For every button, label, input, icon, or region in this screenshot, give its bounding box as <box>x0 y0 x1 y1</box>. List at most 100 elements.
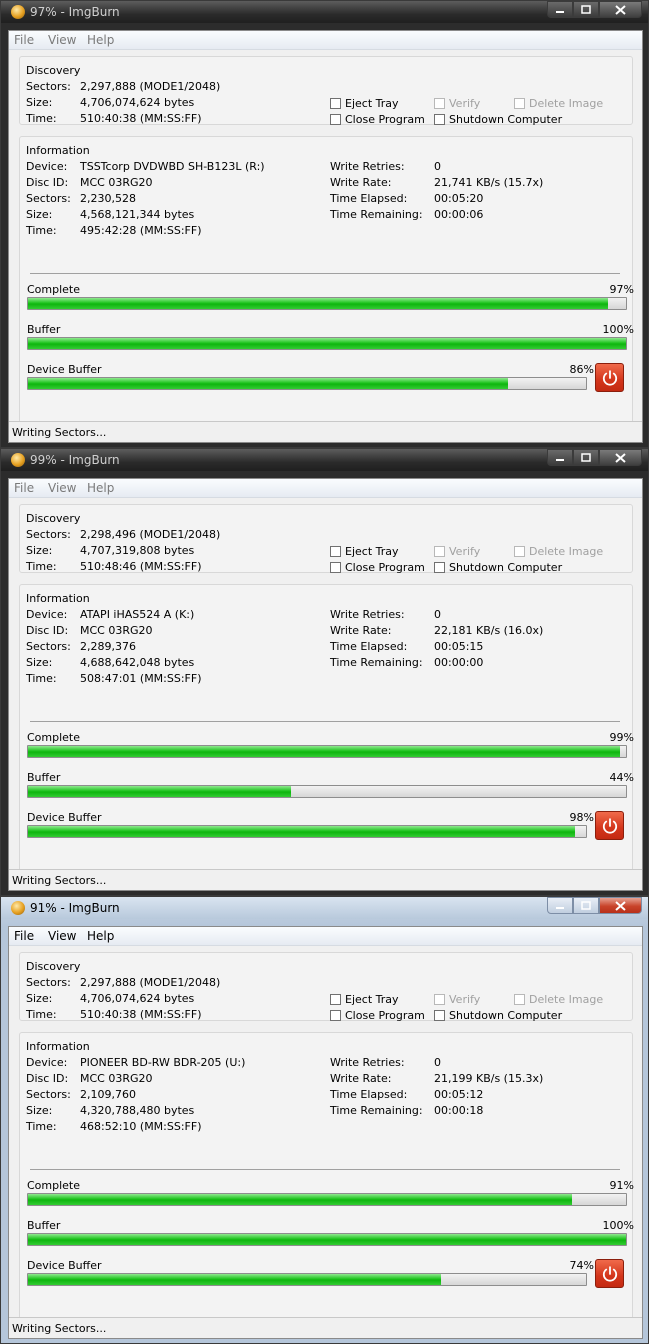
minimize-button[interactable] <box>547 897 573 914</box>
device-buffer-progress-fill <box>28 1274 441 1285</box>
device-buffer-progress-fill <box>28 378 508 389</box>
information-group: Information Device: ATAPI iHAS524 A (K:)… <box>19 584 634 874</box>
device-value: PIONEER BD-RW BDR-205 (U:) <box>80 1056 246 1069</box>
title-bar[interactable]: 91% - ImgBurn <box>1 897 648 919</box>
eject-tray-checkbox[interactable]: Eject Tray <box>330 993 399 1006</box>
checkbox-box <box>434 562 445 573</box>
close-button[interactable] <box>599 1 642 18</box>
window-title: 97% - ImgBurn <box>30 5 120 19</box>
window-frame: 91% - ImgBurn File View Help Discovery S… <box>1 897 648 1343</box>
device-label: Device: <box>26 160 68 173</box>
device-label: Device: <box>26 608 68 621</box>
close-program-checkbox[interactable]: Close Program <box>330 561 425 574</box>
device-buffer-percent: 98% <box>569 811 594 824</box>
menu-help[interactable]: Help <box>87 33 114 47</box>
write-retries-value: 0 <box>434 608 441 621</box>
menu-bar: File View Help <box>9 927 642 946</box>
minimize-button[interactable] <box>547 449 573 466</box>
device-buffer-label: Device Buffer <box>27 1259 102 1272</box>
verify-checkbox[interactable]: Verify <box>434 993 480 1006</box>
shutdown-computer-label: Shutdown Computer <box>449 113 563 126</box>
maximize-button[interactable] <box>573 897 599 914</box>
imgburn-window-3: 91% - ImgBurn File View Help Discovery S… <box>0 896 649 1344</box>
device-buffer-label: Device Buffer <box>27 363 102 376</box>
stop-button[interactable] <box>595 363 624 392</box>
menu-file[interactable]: File <box>14 481 34 495</box>
complete-progress-bar <box>27 297 627 310</box>
stop-button[interactable] <box>595 1259 624 1288</box>
title-bar[interactable]: 97% - ImgBurn <box>1 1 648 23</box>
eject-tray-checkbox[interactable]: Eject Tray <box>330 97 399 110</box>
information-group: Information Device: PIONEER BD-RW BDR-20… <box>19 1032 634 1322</box>
window-frame: 99% - ImgBurn File View Help Discovery S… <box>1 449 648 895</box>
write-retries-value: 0 <box>434 160 441 173</box>
close-button[interactable] <box>599 449 642 466</box>
menu-file[interactable]: File <box>14 33 34 47</box>
minimize-button[interactable] <box>547 1 573 18</box>
complete-progress-fill <box>28 1194 573 1205</box>
shutdown-computer-checkbox[interactable]: Shutdown Computer <box>434 1009 562 1022</box>
close-program-checkbox[interactable]: Close Program <box>330 1009 425 1022</box>
delete-image-checkbox[interactable]: Delete Image <box>514 993 603 1006</box>
info-time-value: 508:47:01 (MM:SS:FF) <box>80 672 202 685</box>
discovery-size-label: Size: <box>26 96 53 109</box>
buffer-percent: 44% <box>609 771 634 784</box>
window-title: 91% - ImgBurn <box>30 901 120 915</box>
client-area: File View Help Discovery Sectors: 2,297,… <box>8 926 643 1339</box>
info-sectors-value: 2,289,376 <box>80 640 136 653</box>
info-size-value: 4,320,788,480 bytes <box>80 1104 195 1117</box>
imgburn-disc-icon <box>11 453 25 467</box>
menu-help[interactable]: Help <box>87 481 114 495</box>
device-buffer-progress-bar <box>27 377 587 390</box>
menu-view[interactable]: View <box>48 33 76 47</box>
power-stop-icon <box>602 1265 617 1282</box>
delete-image-label: Delete Image <box>529 97 604 110</box>
close-icon <box>615 4 626 15</box>
close-button[interactable] <box>599 897 642 914</box>
status-bar: Writing Sectors... <box>9 421 642 442</box>
shutdown-computer-checkbox[interactable]: Shutdown Computer <box>434 561 562 574</box>
menu-file[interactable]: File <box>14 929 34 943</box>
disc-id-label: Disc ID: <box>26 624 69 637</box>
stop-button[interactable] <box>595 811 624 840</box>
delete-image-checkbox[interactable]: Delete Image <box>514 97 603 110</box>
menu-view[interactable]: View <box>48 481 76 495</box>
delete-image-label: Delete Image <box>529 545 604 558</box>
delete-image-checkbox[interactable]: Delete Image <box>514 545 603 558</box>
disc-id-label: Disc ID: <box>26 176 69 189</box>
verify-checkbox[interactable]: Verify <box>434 545 480 558</box>
write-retries-label: Write Retries: <box>330 608 405 621</box>
menu-bar: File View Help <box>9 479 642 498</box>
eject-tray-checkbox[interactable]: Eject Tray <box>330 545 399 558</box>
info-sectors-label: Sectors: <box>26 640 71 653</box>
complete-label: Complete <box>27 1179 81 1192</box>
device-buffer-progress-bar <box>27 825 587 838</box>
disc-id-value: MCC 03RG20 <box>80 1072 153 1085</box>
device-buffer-label: Device Buffer <box>27 811 102 824</box>
complete-label: Complete <box>27 731 81 744</box>
shutdown-computer-label: Shutdown Computer <box>449 561 563 574</box>
verify-checkbox[interactable]: Verify <box>434 97 480 110</box>
info-time-value: 468:52:10 (MM:SS:FF) <box>80 1120 202 1133</box>
imgburn-window-1: 97% - ImgBurn File View Help Discovery S… <box>0 0 649 448</box>
close-program-checkbox[interactable]: Close Program <box>330 113 425 126</box>
discovery-group: Discovery Sectors: 2,298,496 (MODE1/2048… <box>19 504 633 574</box>
checkbox-box <box>330 994 341 1005</box>
checkbox-box <box>514 98 525 109</box>
menu-help[interactable]: Help <box>87 929 114 943</box>
info-size-label: Size: <box>26 1104 53 1117</box>
close-program-label: Close Program <box>345 1009 425 1022</box>
shutdown-computer-checkbox[interactable]: Shutdown Computer <box>434 113 562 126</box>
verify-label: Verify <box>449 97 481 110</box>
maximize-button[interactable] <box>573 449 599 466</box>
buffer-progress-bar <box>27 785 627 798</box>
maximize-button[interactable] <box>573 1 599 18</box>
device-buffer-progress-fill <box>28 826 575 837</box>
discovery-group: Discovery Sectors: 2,297,888 (MODE1/2048… <box>19 56 633 126</box>
complete-progress-fill <box>28 746 621 757</box>
information-group: Information Device: TSSTcorp DVDWBD SH-B… <box>19 136 634 426</box>
discovery-time-label: Time: <box>26 560 57 573</box>
menu-view[interactable]: View <box>48 929 76 943</box>
verify-label: Verify <box>449 993 481 1006</box>
title-bar[interactable]: 99% - ImgBurn <box>1 449 648 471</box>
